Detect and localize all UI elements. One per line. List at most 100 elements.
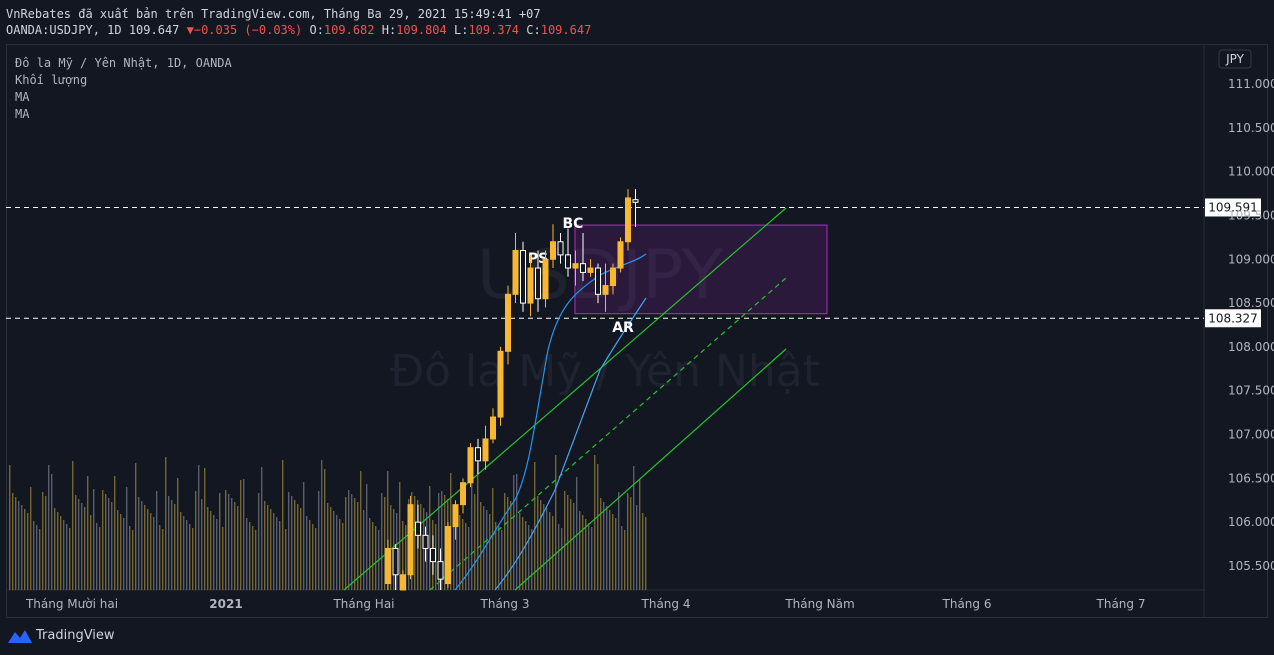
volume-bar: [576, 477, 578, 590]
volume-bar: [33, 521, 35, 590]
volume-bar: [204, 468, 206, 590]
price-tick-label: 109.500: [1228, 208, 1274, 222]
price-tick-label: 111.000: [1228, 77, 1274, 91]
volume-bar: [630, 497, 632, 590]
candle-body: [467, 447, 474, 484]
volume-bar: [171, 500, 173, 590]
volume-bar: [504, 493, 506, 590]
price-tick-label: 106.000: [1228, 515, 1274, 529]
volume-bar: [102, 490, 104, 590]
volume-bar: [555, 455, 557, 590]
legend-ma-1[interactable]: MA: [15, 89, 232, 106]
volume-bar: [240, 480, 242, 590]
candle-body: [572, 263, 579, 269]
volume-bar: [111, 502, 113, 590]
volume-bar: [573, 503, 575, 590]
volume-bar: [57, 512, 59, 590]
volume-bar: [255, 530, 257, 590]
volume-bar: [114, 476, 116, 590]
volume-bar: [603, 502, 605, 590]
volume-bar: [366, 484, 368, 590]
volume-bar: [636, 505, 638, 590]
volume-bar: [627, 493, 629, 590]
volume-bar: [258, 493, 260, 590]
volume-bar: [531, 529, 533, 590]
volume-bar: [243, 479, 245, 590]
volume-bar: [546, 508, 548, 590]
volume-bar: [588, 523, 590, 590]
volume-bar: [294, 500, 296, 590]
volume-bar: [225, 490, 227, 590]
volume-bar: [315, 528, 317, 590]
volume-bars: [9, 455, 647, 590]
volume-bar: [339, 519, 341, 590]
volume-bar: [618, 492, 620, 590]
indicator-legend: Đô la Mỹ / Yên Nhật, 1D, OANDA Khối lượn…: [15, 55, 232, 123]
volume-bar: [60, 516, 62, 590]
volume-bar: [342, 523, 344, 590]
volume-bar: [399, 482, 401, 590]
candle-body: [512, 250, 519, 295]
candle-body: [557, 241, 564, 256]
candle-body: [595, 267, 601, 295]
time-tick-label: Tháng 3: [480, 597, 530, 611]
volume-bar: [369, 518, 371, 590]
volume-bar: [495, 522, 497, 590]
price-tick-label: 107.000: [1228, 428, 1274, 442]
volume-bar: [351, 494, 353, 590]
volume-bar: [18, 501, 20, 590]
volume-bar: [264, 501, 266, 590]
volume-bar: [621, 526, 623, 590]
volume-bar: [345, 497, 347, 590]
price-tick-label: 107.500: [1228, 384, 1274, 398]
volume-bar: [285, 529, 287, 590]
volume-bar: [189, 524, 191, 590]
volume-bar: [39, 529, 41, 590]
time-axis: Tháng Mười hai 2021 Tháng Hai Tháng 3 Tháng …: [25, 597, 1146, 611]
volume-bar: [246, 518, 248, 590]
volume-bar: [510, 501, 512, 590]
volume-bar: [138, 497, 140, 590]
time-tick-label: Tháng 4: [641, 597, 691, 611]
candle-body: [422, 534, 429, 549]
volume-bar: [213, 515, 215, 590]
candle-body: [407, 504, 414, 576]
candle-body: [617, 241, 624, 269]
candle-body: [460, 482, 466, 506]
volume-bar: [519, 513, 521, 590]
volume-bar: [585, 519, 587, 590]
volume-bar: [210, 511, 212, 590]
volume-bar: [558, 524, 560, 590]
candle-body: [430, 547, 436, 563]
legend-ma-2[interactable]: MA: [15, 106, 232, 123]
price-tick-label: 108.500: [1228, 296, 1274, 310]
candle-body: [437, 561, 444, 580]
legend-title[interactable]: Đô la Mỹ / Yên Nhật, 1D, OANDA: [15, 55, 232, 72]
volume-bar: [72, 461, 74, 590]
volume-bar: [207, 507, 209, 590]
footer-brand[interactable]: TradingView: [8, 628, 115, 643]
legend-volume[interactable]: Khối lượng: [15, 72, 232, 89]
volume-bar: [141, 501, 143, 590]
volume-bar: [150, 513, 152, 590]
volume-bar: [597, 464, 599, 590]
volume-bar: [120, 514, 122, 590]
volume-bar: [42, 492, 44, 590]
candle-body: [632, 199, 639, 203]
price-tick-label: 106.500: [1228, 471, 1274, 485]
price-tick-label: 105.500: [1228, 559, 1274, 573]
volume-bar: [87, 476, 89, 590]
candle-body: [385, 547, 391, 585]
volume-bar: [609, 510, 611, 590]
volume-bar: [360, 471, 362, 590]
volume-bar: [159, 525, 161, 590]
volume-bar: [528, 525, 530, 590]
volume-bar: [312, 524, 314, 590]
volume-bar: [177, 478, 179, 590]
volume-bar: [45, 496, 47, 590]
volume-bar: [135, 463, 137, 590]
volume-bar: [552, 516, 554, 590]
candle-body: [625, 197, 631, 243]
time-tick-label: Tháng 7: [1096, 597, 1146, 611]
volume-bar: [81, 503, 83, 590]
